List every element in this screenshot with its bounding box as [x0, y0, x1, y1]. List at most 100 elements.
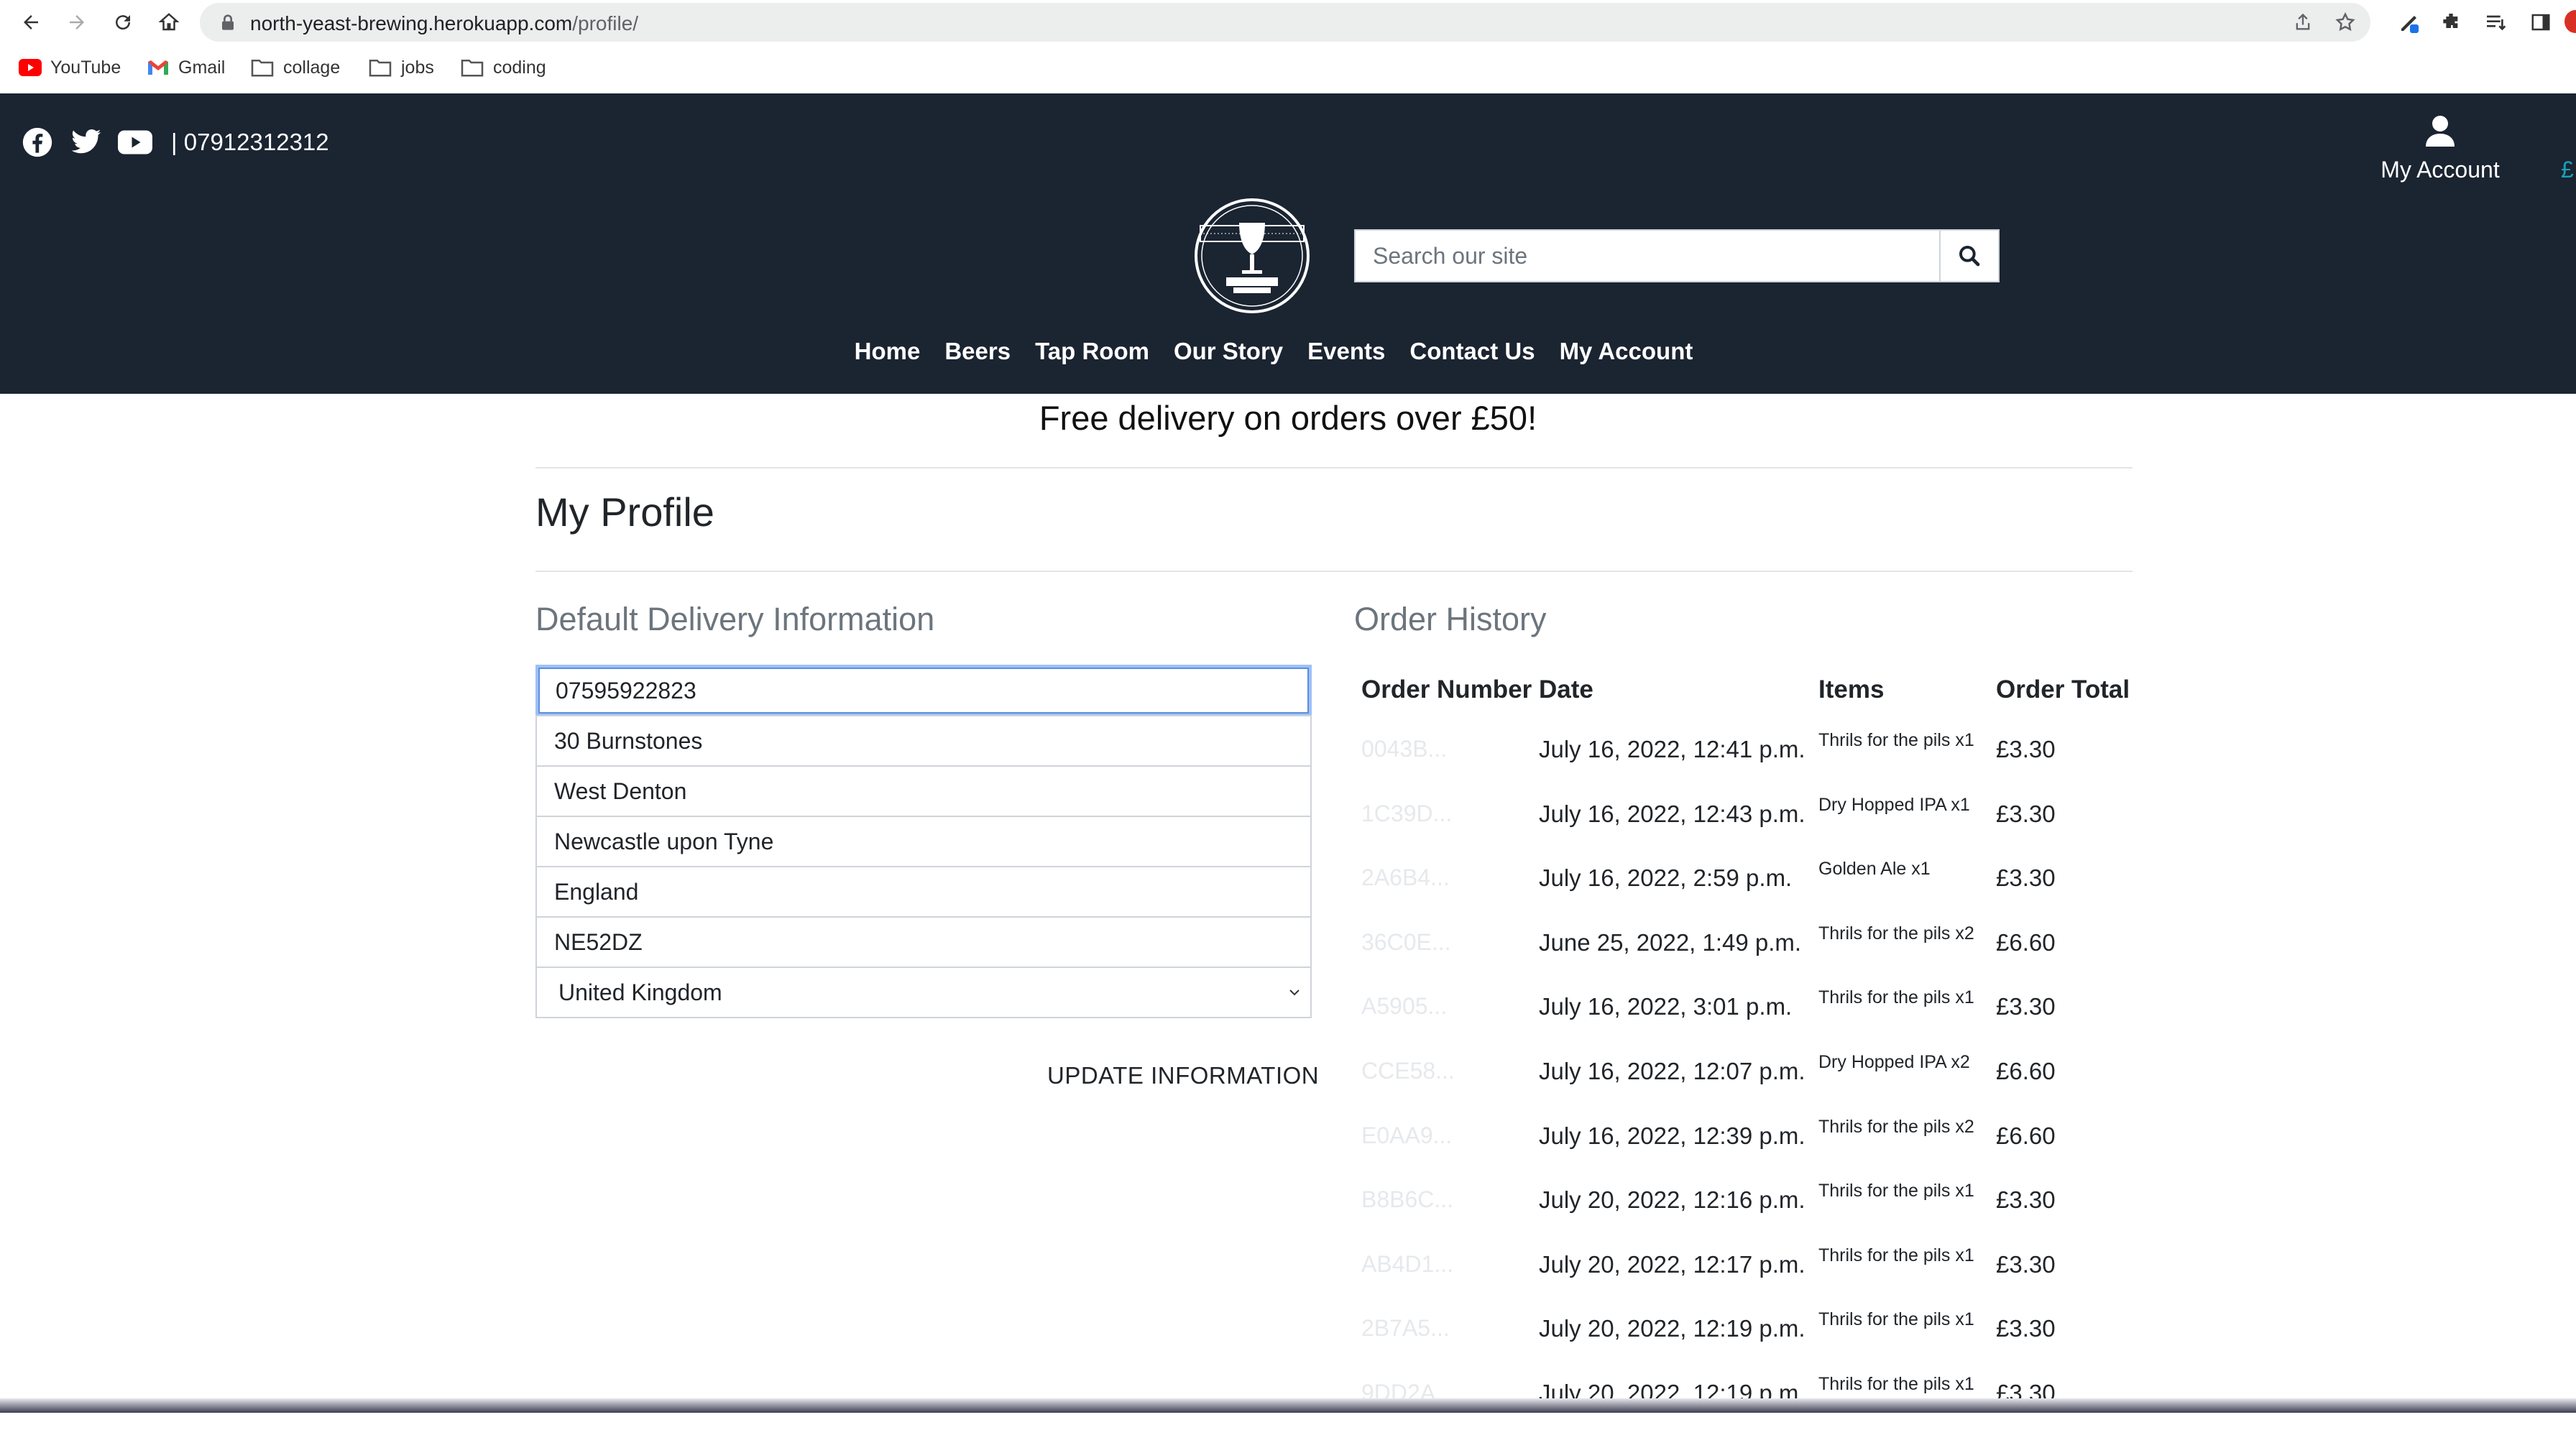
bookmark-coding[interactable]: coding: [460, 52, 546, 83]
postcode-field[interactable]: NE52DZ: [535, 916, 1312, 968]
town-city-field[interactable]: Newcastle upon Tyne: [535, 816, 1312, 867]
bookmark-youtube[interactable]: YouTube: [19, 52, 121, 83]
order-date: July 16, 2022, 12:07 p.m.: [1539, 1058, 1806, 1084]
share-icon[interactable]: [2293, 12, 2313, 32]
delivery-form: 07595922823 30 Burnstones West Denton Ne…: [535, 665, 1312, 1018]
order-number-link[interactable]: CCE58...: [1361, 1058, 1455, 1084]
order-total: £3.30: [1996, 1186, 2056, 1214]
site-header: | 07912312312 My Account £ Search our si…: [0, 93, 2576, 394]
home-icon[interactable]: [151, 4, 187, 40]
order-total: £3.30: [1996, 1250, 2056, 1278]
order-number-link[interactable]: 1C39D...: [1361, 801, 1452, 827]
folder-icon: [461, 59, 484, 77]
order-total: £3.30: [1996, 993, 2056, 1020]
youtube-icon[interactable]: [118, 125, 152, 160]
order-total: £6.60: [1996, 1058, 2056, 1084]
profile-avatar[interactable]: [2564, 10, 2576, 33]
column-header: Order Total: [1996, 675, 2130, 704]
bookmark-star-icon[interactable]: [2334, 11, 2356, 33]
table-row: 1C39D... July 16, 2022, 12:43 p.m. Dry Hop…: [1354, 786, 2145, 851]
order-items: Thrils for the pils x1: [1818, 987, 1974, 1008]
order-date: July 16, 2022, 12:43 p.m.: [1539, 800, 1806, 827]
forward-icon[interactable]: [59, 4, 95, 40]
chevron-down-icon: [1289, 990, 1300, 996]
order-number-link[interactable]: 0043B...: [1361, 736, 1447, 762]
order-total: £6.60: [1996, 1122, 2056, 1149]
phone-number-field[interactable]: 07595922823: [535, 665, 1312, 716]
reload-icon[interactable]: [105, 4, 141, 40]
order-number-link[interactable]: B8B6C...: [1361, 1186, 1453, 1213]
delivery-heading: Default Delivery Information: [535, 601, 935, 637]
order-items: Thrils for the pils x1: [1818, 730, 1974, 750]
table-row: 9DD2A... July 20, 2022, 12:19 p.m. Thrils …: [1354, 1365, 2145, 1430]
table-row: CCE58... July 16, 2022, 12:07 p.m. Dry Hop…: [1354, 1043, 2145, 1108]
bookmark-jobs[interactable]: jobs: [368, 52, 434, 83]
county-field[interactable]: England: [535, 866, 1312, 918]
nav-events[interactable]: Events: [1307, 338, 1385, 365]
column-header: Order Number: [1361, 675, 1532, 704]
facebook-icon[interactable]: [20, 125, 55, 160]
account-label: My Account: [2380, 157, 2500, 183]
back-icon[interactable]: [13, 4, 49, 40]
search-button[interactable]: [1939, 229, 2000, 282]
table-row: AB4D1... July 20, 2022, 12:17 p.m. Thrils …: [1354, 1237, 2145, 1301]
order-number-link[interactable]: 36C0E...: [1361, 929, 1451, 956]
bookmark-gmail[interactable]: Gmail: [147, 52, 225, 83]
order-date: July 20, 2022, 12:16 p.m.: [1539, 1186, 1806, 1214]
order-date: June 25, 2022, 1:49 p.m.: [1539, 928, 1802, 956]
column-header: Items: [1818, 675, 1885, 704]
order-history-heading: Order History: [1354, 601, 1547, 637]
address-bar[interactable]: north-yeast-brewing.herokuapp.com/profil…: [200, 3, 2370, 42]
extension-pen-icon[interactable]: [2392, 4, 2428, 40]
order-date: July 20, 2022, 12:17 p.m.: [1539, 1250, 1806, 1278]
order-total: £3.30: [1996, 800, 2056, 827]
nav-tap-room[interactable]: Tap Room: [1035, 338, 1149, 365]
order-total: £3.30: [1996, 736, 2056, 762]
url-text: north-yeast-brewing.herokuapp.com/profil…: [250, 12, 638, 35]
search-icon: [1959, 246, 1980, 267]
street-address1-field[interactable]: 30 Burnstones: [535, 715, 1312, 767]
street-address2-field[interactable]: West Denton: [535, 765, 1312, 817]
user-icon: [2426, 116, 2455, 147]
browser-chrome: north-yeast-brewing.herokuapp.com/profil…: [0, 0, 2576, 94]
bookmark-label: YouTube: [50, 57, 121, 78]
order-number-link[interactable]: 2B7A5...: [1361, 1315, 1450, 1342]
header-account-link[interactable]: My Account: [2379, 115, 2501, 183]
bookmark-collage[interactable]: collage: [250, 52, 340, 83]
reading-list-icon[interactable]: [2478, 4, 2513, 40]
order-date: July 20, 2022, 12:19 p.m.: [1539, 1315, 1806, 1342]
order-number-link[interactable]: AB4D1...: [1361, 1251, 1453, 1278]
lock-icon: [222, 14, 234, 30]
delivery-banner: Free delivery on orders over £50!: [1039, 399, 1537, 437]
nav-our-story[interactable]: Our Story: [1174, 338, 1283, 365]
brewery-logo[interactable]: [1193, 197, 1311, 315]
divider: [535, 571, 2133, 572]
order-items: Thrils for the pils x2: [1818, 1116, 1974, 1137]
nav-home[interactable]: Home: [855, 338, 921, 365]
order-number-link[interactable]: E0AA9...: [1361, 1122, 1452, 1149]
nav-contact-us[interactable]: Contact Us: [1409, 338, 1535, 365]
nav-my-account[interactable]: My Account: [1560, 338, 1693, 365]
nav-beers[interactable]: Beers: [944, 338, 1011, 365]
youtube-icon: [19, 59, 42, 76]
order-total: £6.60: [1996, 928, 2056, 956]
order-items: Golden Ale x1: [1818, 859, 1931, 880]
country-select[interactable]: United Kingdom: [535, 967, 1312, 1018]
twitter-icon[interactable]: [69, 125, 104, 160]
side-panel-icon[interactable]: [2523, 4, 2559, 40]
search-input[interactable]: Search our site: [1354, 229, 1939, 282]
url-path: /profile/: [572, 12, 639, 34]
update-information-button[interactable]: UPDATE INFORMATION: [1047, 1062, 1319, 1089]
order-items: Thrils for the pils x2: [1818, 923, 1974, 944]
extensions-puzzle-icon[interactable]: [2433, 4, 2469, 40]
order-number-link[interactable]: A5905...: [1361, 993, 1447, 1020]
gmail-icon: [148, 60, 168, 75]
order-items: Dry Hopped IPA x1: [1818, 794, 1970, 815]
cart-total[interactable]: £: [2561, 157, 2574, 183]
table-row: A5905... July 16, 2022, 3:01 p.m. Thrils f…: [1354, 979, 2145, 1043]
order-date: July 16, 2022, 12:41 p.m.: [1539, 736, 1806, 762]
order-total: £3.30: [1996, 1315, 2056, 1342]
window-bottom-edge: [0, 1398, 2576, 1413]
table-row: 2A6B4... July 16, 2022, 2:59 p.m. Golden A…: [1354, 850, 2145, 915]
order-number-link[interactable]: 2A6B4...: [1361, 864, 1450, 891]
